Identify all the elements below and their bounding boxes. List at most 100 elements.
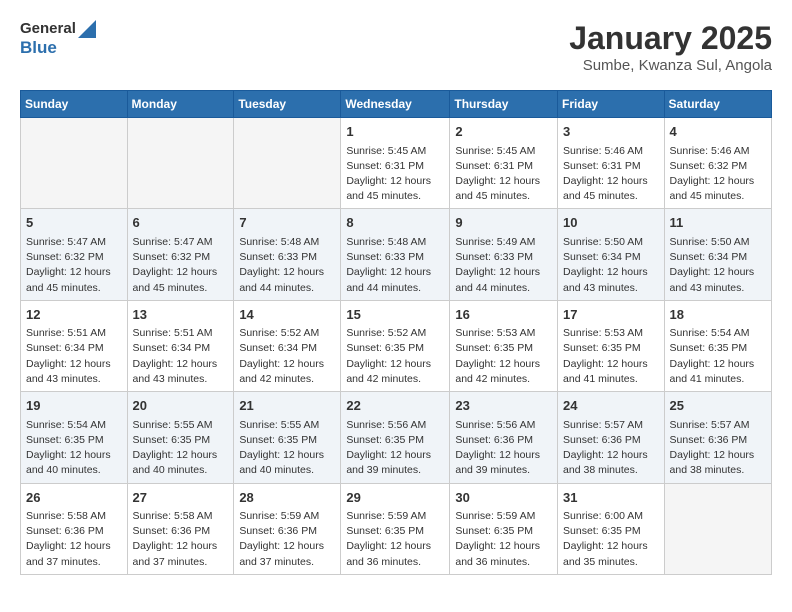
calendar-cell: 24Sunrise: 5:57 AM Sunset: 6:36 PM Dayli… bbox=[558, 392, 665, 483]
day-info: Sunrise: 5:55 AM Sunset: 6:35 PM Dayligh… bbox=[133, 418, 229, 479]
day-number: 8 bbox=[346, 213, 444, 233]
calendar-week-row: 19Sunrise: 5:54 AM Sunset: 6:35 PM Dayli… bbox=[21, 392, 772, 483]
day-info: Sunrise: 5:55 AM Sunset: 6:35 PM Dayligh… bbox=[239, 418, 335, 479]
calendar-cell: 19Sunrise: 5:54 AM Sunset: 6:35 PM Dayli… bbox=[21, 392, 128, 483]
calendar-cell: 8Sunrise: 5:48 AM Sunset: 6:33 PM Daylig… bbox=[341, 209, 450, 300]
calendar-cell: 25Sunrise: 5:57 AM Sunset: 6:36 PM Dayli… bbox=[664, 392, 771, 483]
day-number: 6 bbox=[133, 213, 229, 233]
calendar-cell: 20Sunrise: 5:55 AM Sunset: 6:35 PM Dayli… bbox=[127, 392, 234, 483]
calendar-cell: 3Sunrise: 5:46 AM Sunset: 6:31 PM Daylig… bbox=[558, 118, 665, 209]
calendar-cell bbox=[664, 483, 771, 574]
day-number: 9 bbox=[455, 213, 552, 233]
day-info: Sunrise: 5:53 AM Sunset: 6:35 PM Dayligh… bbox=[563, 326, 659, 387]
calendar-cell bbox=[21, 118, 128, 209]
day-info: Sunrise: 5:47 AM Sunset: 6:32 PM Dayligh… bbox=[133, 235, 229, 296]
day-info: Sunrise: 5:46 AM Sunset: 6:32 PM Dayligh… bbox=[670, 144, 766, 205]
calendar-cell: 26Sunrise: 5:58 AM Sunset: 6:36 PM Dayli… bbox=[21, 483, 128, 574]
day-info: Sunrise: 6:00 AM Sunset: 6:35 PM Dayligh… bbox=[563, 509, 659, 570]
day-number: 21 bbox=[239, 396, 335, 416]
calendar-cell: 21Sunrise: 5:55 AM Sunset: 6:35 PM Dayli… bbox=[234, 392, 341, 483]
day-info: Sunrise: 5:59 AM Sunset: 6:35 PM Dayligh… bbox=[455, 509, 552, 570]
day-number: 27 bbox=[133, 488, 229, 508]
day-number: 1 bbox=[346, 122, 444, 142]
logo-triangle-icon bbox=[78, 20, 96, 38]
day-info: Sunrise: 5:51 AM Sunset: 6:34 PM Dayligh… bbox=[133, 326, 229, 387]
header-wednesday: Wednesday bbox=[341, 91, 450, 118]
logo-blue-text: Blue bbox=[20, 38, 96, 58]
day-info: Sunrise: 5:56 AM Sunset: 6:35 PM Dayligh… bbox=[346, 418, 444, 479]
day-info: Sunrise: 5:45 AM Sunset: 6:31 PM Dayligh… bbox=[455, 144, 552, 205]
calendar-cell: 2Sunrise: 5:45 AM Sunset: 6:31 PM Daylig… bbox=[450, 118, 558, 209]
day-info: Sunrise: 5:52 AM Sunset: 6:35 PM Dayligh… bbox=[346, 326, 444, 387]
day-info: Sunrise: 5:51 AM Sunset: 6:34 PM Dayligh… bbox=[26, 326, 122, 387]
calendar-cell: 10Sunrise: 5:50 AM Sunset: 6:34 PM Dayli… bbox=[558, 209, 665, 300]
calendar-week-row: 5Sunrise: 5:47 AM Sunset: 6:32 PM Daylig… bbox=[21, 209, 772, 300]
day-number: 24 bbox=[563, 396, 659, 416]
title-section: January 2025 Sumbe, Kwanza Sul, Angola bbox=[569, 20, 772, 74]
day-info: Sunrise: 5:46 AM Sunset: 6:31 PM Dayligh… bbox=[563, 144, 659, 205]
calendar-cell: 17Sunrise: 5:53 AM Sunset: 6:35 PM Dayli… bbox=[558, 300, 665, 391]
calendar-cell: 14Sunrise: 5:52 AM Sunset: 6:34 PM Dayli… bbox=[234, 300, 341, 391]
calendar-cell: 15Sunrise: 5:52 AM Sunset: 6:35 PM Dayli… bbox=[341, 300, 450, 391]
day-number: 25 bbox=[670, 396, 766, 416]
header-sunday: Sunday bbox=[21, 91, 128, 118]
day-info: Sunrise: 5:50 AM Sunset: 6:34 PM Dayligh… bbox=[670, 235, 766, 296]
day-info: Sunrise: 5:59 AM Sunset: 6:36 PM Dayligh… bbox=[239, 509, 335, 570]
day-info: Sunrise: 5:52 AM Sunset: 6:34 PM Dayligh… bbox=[239, 326, 335, 387]
calendar-cell: 29Sunrise: 5:59 AM Sunset: 6:35 PM Dayli… bbox=[341, 483, 450, 574]
day-info: Sunrise: 5:56 AM Sunset: 6:36 PM Dayligh… bbox=[455, 418, 552, 479]
calendar-cell: 5Sunrise: 5:47 AM Sunset: 6:32 PM Daylig… bbox=[21, 209, 128, 300]
day-number: 13 bbox=[133, 305, 229, 325]
calendar-week-row: 1 Sunrise: 5:45 AM Sunset: 6:31 PM Daylig… bbox=[21, 118, 772, 209]
day-number: 18 bbox=[670, 305, 766, 325]
calendar-cell: 7Sunrise: 5:48 AM Sunset: 6:33 PM Daylig… bbox=[234, 209, 341, 300]
day-number: 28 bbox=[239, 488, 335, 508]
day-info: Sunrise: 5:58 AM Sunset: 6:36 PM Dayligh… bbox=[133, 509, 229, 570]
calendar-cell bbox=[234, 118, 341, 209]
day-info: Sunrise: 5:48 AM Sunset: 6:33 PM Dayligh… bbox=[346, 235, 444, 296]
day-info: Sunrise: 5:48 AM Sunset: 6:33 PM Dayligh… bbox=[239, 235, 335, 296]
header-saturday: Saturday bbox=[664, 91, 771, 118]
day-number: 17 bbox=[563, 305, 659, 325]
calendar-header-row: Sunday Monday Tuesday Wednesday Thursday… bbox=[21, 91, 772, 118]
day-info: Sunrise: 5:59 AM Sunset: 6:35 PM Dayligh… bbox=[346, 509, 444, 570]
day-number: 12 bbox=[26, 305, 122, 325]
calendar-cell bbox=[127, 118, 234, 209]
day-number: 20 bbox=[133, 396, 229, 416]
day-number: 22 bbox=[346, 396, 444, 416]
calendar-cell: 1Sunrise: 5:45 AM Sunset: 6:31 PM Daylig… bbox=[341, 118, 450, 209]
calendar-cell: 4Sunrise: 5:46 AM Sunset: 6:32 PM Daylig… bbox=[664, 118, 771, 209]
day-info: Sunrise: 5:50 AM Sunset: 6:34 PM Dayligh… bbox=[563, 235, 659, 296]
page-header: General Blue January 2025 Sumbe, Kwanza … bbox=[20, 20, 772, 74]
day-number: 29 bbox=[346, 488, 444, 508]
calendar-cell: 23Sunrise: 5:56 AM Sunset: 6:36 PM Dayli… bbox=[450, 392, 558, 483]
header-monday: Monday bbox=[127, 91, 234, 118]
calendar-week-row: 12Sunrise: 5:51 AM Sunset: 6:34 PM Dayli… bbox=[21, 300, 772, 391]
day-number: 23 bbox=[455, 396, 552, 416]
calendar-table: Sunday Monday Tuesday Wednesday Thursday… bbox=[20, 90, 772, 575]
header-friday: Friday bbox=[558, 91, 665, 118]
calendar-cell: 28Sunrise: 5:59 AM Sunset: 6:36 PM Dayli… bbox=[234, 483, 341, 574]
page-title: January 2025 bbox=[569, 20, 772, 57]
day-number: 3 bbox=[563, 122, 659, 142]
day-number: 16 bbox=[455, 305, 552, 325]
calendar-cell: 30Sunrise: 5:59 AM Sunset: 6:35 PM Dayli… bbox=[450, 483, 558, 574]
calendar-week-row: 26Sunrise: 5:58 AM Sunset: 6:36 PM Dayli… bbox=[21, 483, 772, 574]
calendar-cell: 6Sunrise: 5:47 AM Sunset: 6:32 PM Daylig… bbox=[127, 209, 234, 300]
logo: General Blue bbox=[20, 20, 96, 58]
day-number: 11 bbox=[670, 213, 766, 233]
day-info: Sunrise: 5:54 AM Sunset: 6:35 PM Dayligh… bbox=[670, 326, 766, 387]
calendar-cell: 22Sunrise: 5:56 AM Sunset: 6:35 PM Dayli… bbox=[341, 392, 450, 483]
page-subtitle: Sumbe, Kwanza Sul, Angola bbox=[569, 57, 772, 74]
calendar-cell: 13Sunrise: 5:51 AM Sunset: 6:34 PM Dayli… bbox=[127, 300, 234, 391]
day-info: Sunrise: 5:53 AM Sunset: 6:35 PM Dayligh… bbox=[455, 326, 552, 387]
calendar-cell: 12Sunrise: 5:51 AM Sunset: 6:34 PM Dayli… bbox=[21, 300, 128, 391]
calendar-cell: 16Sunrise: 5:53 AM Sunset: 6:35 PM Dayli… bbox=[450, 300, 558, 391]
day-number: 19 bbox=[26, 396, 122, 416]
calendar-cell: 9Sunrise: 5:49 AM Sunset: 6:33 PM Daylig… bbox=[450, 209, 558, 300]
day-info: Sunrise: 5:58 AM Sunset: 6:36 PM Dayligh… bbox=[26, 509, 122, 570]
day-info: Sunrise: 5:54 AM Sunset: 6:35 PM Dayligh… bbox=[26, 418, 122, 479]
calendar-cell: 11Sunrise: 5:50 AM Sunset: 6:34 PM Dayli… bbox=[664, 209, 771, 300]
day-number: 31 bbox=[563, 488, 659, 508]
day-number: 7 bbox=[239, 213, 335, 233]
